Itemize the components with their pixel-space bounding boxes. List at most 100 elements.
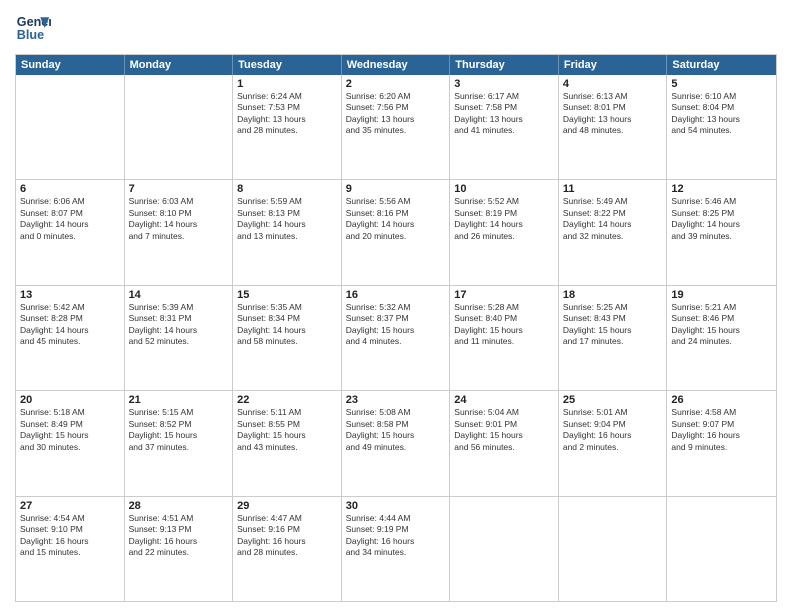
day-cell-6: 6Sunrise: 6:06 AMSunset: 8:07 PMDaylight… [16, 180, 125, 284]
svg-text:Blue: Blue [17, 28, 44, 42]
cell-info: Sunrise: 5:39 AMSunset: 8:31 PMDaylight:… [129, 302, 229, 348]
day-number: 4 [563, 78, 663, 90]
calendar: SundayMondayTuesdayWednesdayThursdayFrid… [15, 54, 777, 602]
day-cell-16: 16Sunrise: 5:32 AMSunset: 8:37 PMDayligh… [342, 286, 451, 390]
calendar-row-1: 1Sunrise: 6:24 AMSunset: 7:53 PMDaylight… [16, 75, 776, 180]
day-cell-5: 5Sunrise: 6:10 AMSunset: 8:04 PMDaylight… [667, 75, 776, 179]
day-cell-7: 7Sunrise: 6:03 AMSunset: 8:10 PMDaylight… [125, 180, 234, 284]
day-number: 22 [237, 394, 337, 406]
day-cell-10: 10Sunrise: 5:52 AMSunset: 8:19 PMDayligh… [450, 180, 559, 284]
cell-info: Sunrise: 5:11 AMSunset: 8:55 PMDaylight:… [237, 407, 337, 453]
header-cell-monday: Monday [125, 55, 234, 75]
header-cell-tuesday: Tuesday [233, 55, 342, 75]
day-cell-26: 26Sunrise: 4:58 AMSunset: 9:07 PMDayligh… [667, 391, 776, 495]
day-cell-22: 22Sunrise: 5:11 AMSunset: 8:55 PMDayligh… [233, 391, 342, 495]
day-cell-1: 1Sunrise: 6:24 AMSunset: 7:53 PMDaylight… [233, 75, 342, 179]
day-number: 12 [671, 183, 772, 195]
cell-info: Sunrise: 4:44 AMSunset: 9:19 PMDaylight:… [346, 513, 446, 559]
day-cell-11: 11Sunrise: 5:49 AMSunset: 8:22 PMDayligh… [559, 180, 668, 284]
day-cell-20: 20Sunrise: 5:18 AMSunset: 8:49 PMDayligh… [16, 391, 125, 495]
day-number: 18 [563, 289, 663, 301]
cell-info: Sunrise: 5:18 AMSunset: 8:49 PMDaylight:… [20, 407, 120, 453]
day-number: 16 [346, 289, 446, 301]
day-number: 29 [237, 500, 337, 512]
cell-info: Sunrise: 5:04 AMSunset: 9:01 PMDaylight:… [454, 407, 554, 453]
day-number: 6 [20, 183, 120, 195]
day-number: 20 [20, 394, 120, 406]
cell-info: Sunrise: 5:28 AMSunset: 8:40 PMDaylight:… [454, 302, 554, 348]
day-number: 8 [237, 183, 337, 195]
day-number: 19 [671, 289, 772, 301]
cell-info: Sunrise: 4:54 AMSunset: 9:10 PMDaylight:… [20, 513, 120, 559]
day-cell-28: 28Sunrise: 4:51 AMSunset: 9:13 PMDayligh… [125, 497, 234, 601]
cell-info: Sunrise: 6:06 AMSunset: 8:07 PMDaylight:… [20, 196, 120, 242]
day-number: 13 [20, 289, 120, 301]
day-cell-4: 4Sunrise: 6:13 AMSunset: 8:01 PMDaylight… [559, 75, 668, 179]
day-cell-29: 29Sunrise: 4:47 AMSunset: 9:16 PMDayligh… [233, 497, 342, 601]
cell-info: Sunrise: 5:52 AMSunset: 8:19 PMDaylight:… [454, 196, 554, 242]
day-number: 28 [129, 500, 229, 512]
empty-cell-4-4 [450, 497, 559, 601]
day-cell-15: 15Sunrise: 5:35 AMSunset: 8:34 PMDayligh… [233, 286, 342, 390]
day-number: 27 [20, 500, 120, 512]
header: General Blue [15, 10, 777, 46]
day-number: 21 [129, 394, 229, 406]
cell-info: Sunrise: 5:59 AMSunset: 8:13 PMDaylight:… [237, 196, 337, 242]
day-number: 2 [346, 78, 446, 90]
header-cell-wednesday: Wednesday [342, 55, 451, 75]
day-number: 25 [563, 394, 663, 406]
day-number: 17 [454, 289, 554, 301]
cell-info: Sunrise: 5:46 AMSunset: 8:25 PMDaylight:… [671, 196, 772, 242]
header-cell-sunday: Sunday [16, 55, 125, 75]
cell-info: Sunrise: 5:08 AMSunset: 8:58 PMDaylight:… [346, 407, 446, 453]
cell-info: Sunrise: 6:24 AMSunset: 7:53 PMDaylight:… [237, 91, 337, 137]
calendar-row-5: 27Sunrise: 4:54 AMSunset: 9:10 PMDayligh… [16, 497, 776, 601]
cell-info: Sunrise: 6:10 AMSunset: 8:04 PMDaylight:… [671, 91, 772, 137]
page: General Blue SundayMondayTuesdayWednesda… [0, 0, 792, 612]
day-cell-23: 23Sunrise: 5:08 AMSunset: 8:58 PMDayligh… [342, 391, 451, 495]
day-number: 26 [671, 394, 772, 406]
day-cell-13: 13Sunrise: 5:42 AMSunset: 8:28 PMDayligh… [16, 286, 125, 390]
day-number: 3 [454, 78, 554, 90]
cell-info: Sunrise: 5:01 AMSunset: 9:04 PMDaylight:… [563, 407, 663, 453]
cell-info: Sunrise: 6:03 AMSunset: 8:10 PMDaylight:… [129, 196, 229, 242]
cell-info: Sunrise: 5:49 AMSunset: 8:22 PMDaylight:… [563, 196, 663, 242]
day-cell-8: 8Sunrise: 5:59 AMSunset: 8:13 PMDaylight… [233, 180, 342, 284]
day-cell-2: 2Sunrise: 6:20 AMSunset: 7:56 PMDaylight… [342, 75, 451, 179]
day-number: 7 [129, 183, 229, 195]
cell-info: Sunrise: 5:42 AMSunset: 8:28 PMDaylight:… [20, 302, 120, 348]
cell-info: Sunrise: 6:20 AMSunset: 7:56 PMDaylight:… [346, 91, 446, 137]
day-cell-3: 3Sunrise: 6:17 AMSunset: 7:58 PMDaylight… [450, 75, 559, 179]
header-cell-friday: Friday [559, 55, 668, 75]
calendar-body: 1Sunrise: 6:24 AMSunset: 7:53 PMDaylight… [16, 75, 776, 601]
cell-info: Sunrise: 5:21 AMSunset: 8:46 PMDaylight:… [671, 302, 772, 348]
cell-info: Sunrise: 5:56 AMSunset: 8:16 PMDaylight:… [346, 196, 446, 242]
logo: General Blue [15, 10, 51, 46]
day-cell-24: 24Sunrise: 5:04 AMSunset: 9:01 PMDayligh… [450, 391, 559, 495]
day-number: 14 [129, 289, 229, 301]
cell-info: Sunrise: 6:13 AMSunset: 8:01 PMDaylight:… [563, 91, 663, 137]
day-cell-19: 19Sunrise: 5:21 AMSunset: 8:46 PMDayligh… [667, 286, 776, 390]
cell-info: Sunrise: 4:58 AMSunset: 9:07 PMDaylight:… [671, 407, 772, 453]
day-cell-18: 18Sunrise: 5:25 AMSunset: 8:43 PMDayligh… [559, 286, 668, 390]
day-number: 24 [454, 394, 554, 406]
day-cell-25: 25Sunrise: 5:01 AMSunset: 9:04 PMDayligh… [559, 391, 668, 495]
calendar-row-3: 13Sunrise: 5:42 AMSunset: 8:28 PMDayligh… [16, 286, 776, 391]
day-cell-27: 27Sunrise: 4:54 AMSunset: 9:10 PMDayligh… [16, 497, 125, 601]
day-number: 5 [671, 78, 772, 90]
day-cell-21: 21Sunrise: 5:15 AMSunset: 8:52 PMDayligh… [125, 391, 234, 495]
cell-info: Sunrise: 5:32 AMSunset: 8:37 PMDaylight:… [346, 302, 446, 348]
logo-icon: General Blue [15, 10, 51, 46]
cell-info: Sunrise: 5:25 AMSunset: 8:43 PMDaylight:… [563, 302, 663, 348]
day-number: 1 [237, 78, 337, 90]
header-cell-thursday: Thursday [450, 55, 559, 75]
day-number: 9 [346, 183, 446, 195]
day-number: 23 [346, 394, 446, 406]
day-number: 15 [237, 289, 337, 301]
day-cell-12: 12Sunrise: 5:46 AMSunset: 8:25 PMDayligh… [667, 180, 776, 284]
cell-info: Sunrise: 6:17 AMSunset: 7:58 PMDaylight:… [454, 91, 554, 137]
cell-info: Sunrise: 5:35 AMSunset: 8:34 PMDaylight:… [237, 302, 337, 348]
cell-info: Sunrise: 4:51 AMSunset: 9:13 PMDaylight:… [129, 513, 229, 559]
calendar-header: SundayMondayTuesdayWednesdayThursdayFrid… [16, 55, 776, 75]
day-cell-30: 30Sunrise: 4:44 AMSunset: 9:19 PMDayligh… [342, 497, 451, 601]
